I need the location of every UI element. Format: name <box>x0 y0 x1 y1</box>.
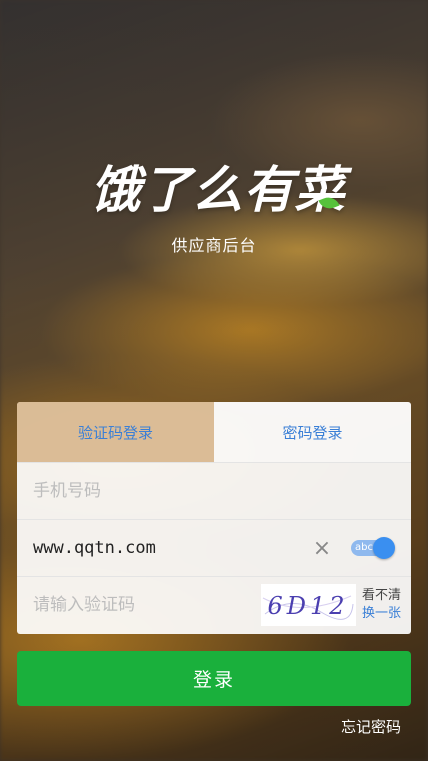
login-tabs: 验证码登录 密码登录 <box>17 402 411 462</box>
show-password-toggle[interactable]: abc <box>351 537 395 559</box>
captcha-row: 6D12 看不清 换一张 <box>17 576 411 633</box>
captcha-unclear-label: 看不清 <box>361 588 401 603</box>
page-subtitle: 供应商后台 <box>171 236 257 255</box>
login-button[interactable]: 登录 <box>17 651 411 706</box>
password-row: × abc <box>17 519 411 576</box>
clear-icon[interactable]: × <box>311 536 333 561</box>
captcha-image[interactable]: 6D12 <box>260 584 356 626</box>
captcha-graphic: 6D12 <box>262 592 354 620</box>
tab-password-login[interactable]: 密码登录 <box>214 402 411 462</box>
captcha-input[interactable] <box>33 595 261 615</box>
logo-text: 饿了么有菜 <box>90 161 346 219</box>
password-input[interactable] <box>33 538 311 558</box>
app-logo: 饿了么有菜 <box>0 150 428 222</box>
captcha-change-link[interactable]: 换一张 <box>362 605 401 623</box>
phone-row <box>17 462 411 519</box>
tab-sms-login[interactable]: 验证码登录 <box>17 402 214 462</box>
captcha-refresh: 看不清 换一张 <box>362 587 401 623</box>
background-overlay <box>0 0 428 761</box>
captcha-code: 6D12 <box>267 592 348 620</box>
login-card: 验证码登录 密码登录 × abc 6D12 看不清 换一张 <box>17 402 411 634</box>
toggle-knob <box>373 537 395 559</box>
forgot-password-link[interactable]: 忘记密码 <box>341 716 401 737</box>
phone-input[interactable] <box>33 481 395 501</box>
